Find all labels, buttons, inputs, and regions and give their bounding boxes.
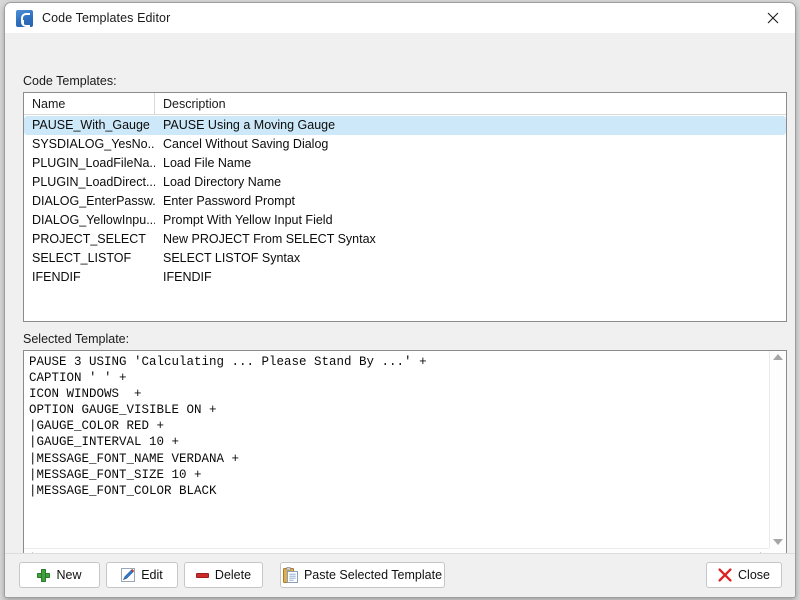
title-bar: Code Templates Editor xyxy=(5,3,795,34)
code-templates-editor-window: Code Templates Editor Code Templates: Na… xyxy=(4,2,796,598)
cell-description: Cancel Without Saving Dialog xyxy=(163,137,329,151)
app-icon xyxy=(16,9,33,27)
window-close-button[interactable] xyxy=(751,3,795,33)
cell-description: Load File Name xyxy=(163,156,252,170)
edit-button[interactable]: Edit xyxy=(106,562,178,588)
new-button-label: New xyxy=(56,567,82,582)
table-row[interactable]: PROJECT_SELECT New PROJECT From SELECT Sy… xyxy=(24,230,786,249)
cell-name: PLUGIN_LoadDirect... xyxy=(32,175,155,189)
cell-name: DIALOG_YellowInpu... xyxy=(32,213,155,227)
template-code-text[interactable]: PAUSE 3 USING 'Calculating ... Please St… xyxy=(24,351,769,548)
clipboard-icon xyxy=(282,567,298,583)
cell-name: PAUSE_With_Gauge xyxy=(32,118,150,132)
selected-template-label: Selected Template: xyxy=(23,332,130,346)
cell-description: PAUSE Using a Moving Gauge xyxy=(163,118,336,132)
cell-description: Prompt With Yellow Input Field xyxy=(163,213,333,227)
code-templates-label: Code Templates: xyxy=(23,74,117,88)
close-button-label: Close xyxy=(738,567,770,582)
window-title: Code Templates Editor xyxy=(42,11,171,25)
editor-vertical-scrollbar[interactable] xyxy=(769,351,786,548)
dialog-body: Code Templates: Name Description PAUSE_W… xyxy=(5,34,795,566)
cell-description: SELECT LISTOF Syntax xyxy=(163,251,301,265)
editor-inner: PAUSE 3 USING 'Calculating ... Please St… xyxy=(24,351,786,548)
close-button[interactable]: Close xyxy=(706,562,782,588)
new-button[interactable]: New xyxy=(19,562,100,588)
table-row[interactable]: DIALOG_EnterPassw... Enter Password Promp… xyxy=(24,192,786,211)
cell-name: PROJECT_SELECT xyxy=(32,232,146,246)
table-row[interactable]: DIALOG_YellowInpu... Prompt With Yellow I… xyxy=(24,211,786,230)
cell-name: DIALOG_EnterPassw... xyxy=(32,194,155,208)
cell-description: Enter Password Prompt xyxy=(163,194,295,208)
column-header-name[interactable]: Name xyxy=(24,93,155,115)
close-icon xyxy=(767,12,779,24)
red-x-icon xyxy=(718,568,732,582)
cell-name: SYSDIALOG_YesNo... xyxy=(32,137,155,151)
table-row[interactable]: SELECT_LISTOF SELECT LISTOF Syntax xyxy=(24,249,786,268)
minus-icon xyxy=(195,572,209,578)
paste-selected-template-button[interactable]: Paste Selected Template xyxy=(280,562,445,588)
table-row[interactable]: IFENDIF IFENDIF xyxy=(24,268,786,287)
table-row[interactable]: PLUGIN_LoadDirect... Load Directory Name xyxy=(24,173,786,192)
delete-button[interactable]: Delete xyxy=(184,562,263,588)
grid-rows: PAUSE_With_Gauge PAUSE Using a Moving Gau… xyxy=(24,115,786,287)
table-row[interactable]: PLUGIN_LoadFileNa... Load File Name xyxy=(24,154,786,173)
scroll-down-arrow-icon[interactable] xyxy=(773,539,783,545)
code-templates-listbox[interactable]: Name Description PAUSE_With_Gauge PAUSE U… xyxy=(23,92,787,322)
cell-name: SELECT_LISTOF xyxy=(32,251,132,265)
plus-icon xyxy=(37,568,51,582)
paste-button-label: Paste Selected Template xyxy=(303,567,443,582)
cell-description: New PROJECT From SELECT Syntax xyxy=(163,232,376,246)
scroll-up-arrow-icon[interactable] xyxy=(773,354,783,360)
dialog-footer: New Edit Delete Paste Selected Template xyxy=(5,553,795,597)
cell-name: PLUGIN_LoadFileNa... xyxy=(32,156,155,170)
table-row[interactable]: SYSDIALOG_YesNo... Cancel Without Saving … xyxy=(24,135,786,154)
table-row[interactable]: PAUSE_With_Gauge PAUSE Using a Moving Gau… xyxy=(24,116,786,135)
selected-template-editor[interactable]: PAUSE 3 USING 'Calculating ... Please St… xyxy=(23,350,787,566)
cell-name: IFENDIF xyxy=(32,270,81,284)
edit-button-label: Edit xyxy=(141,567,163,582)
cell-description: Load Directory Name xyxy=(163,175,282,189)
pencil-icon xyxy=(121,568,136,582)
delete-button-label: Delete xyxy=(214,567,252,582)
cell-description: IFENDIF xyxy=(163,270,212,284)
grid-header-row: Name Description xyxy=(24,93,786,115)
column-header-description[interactable]: Description xyxy=(155,93,786,115)
